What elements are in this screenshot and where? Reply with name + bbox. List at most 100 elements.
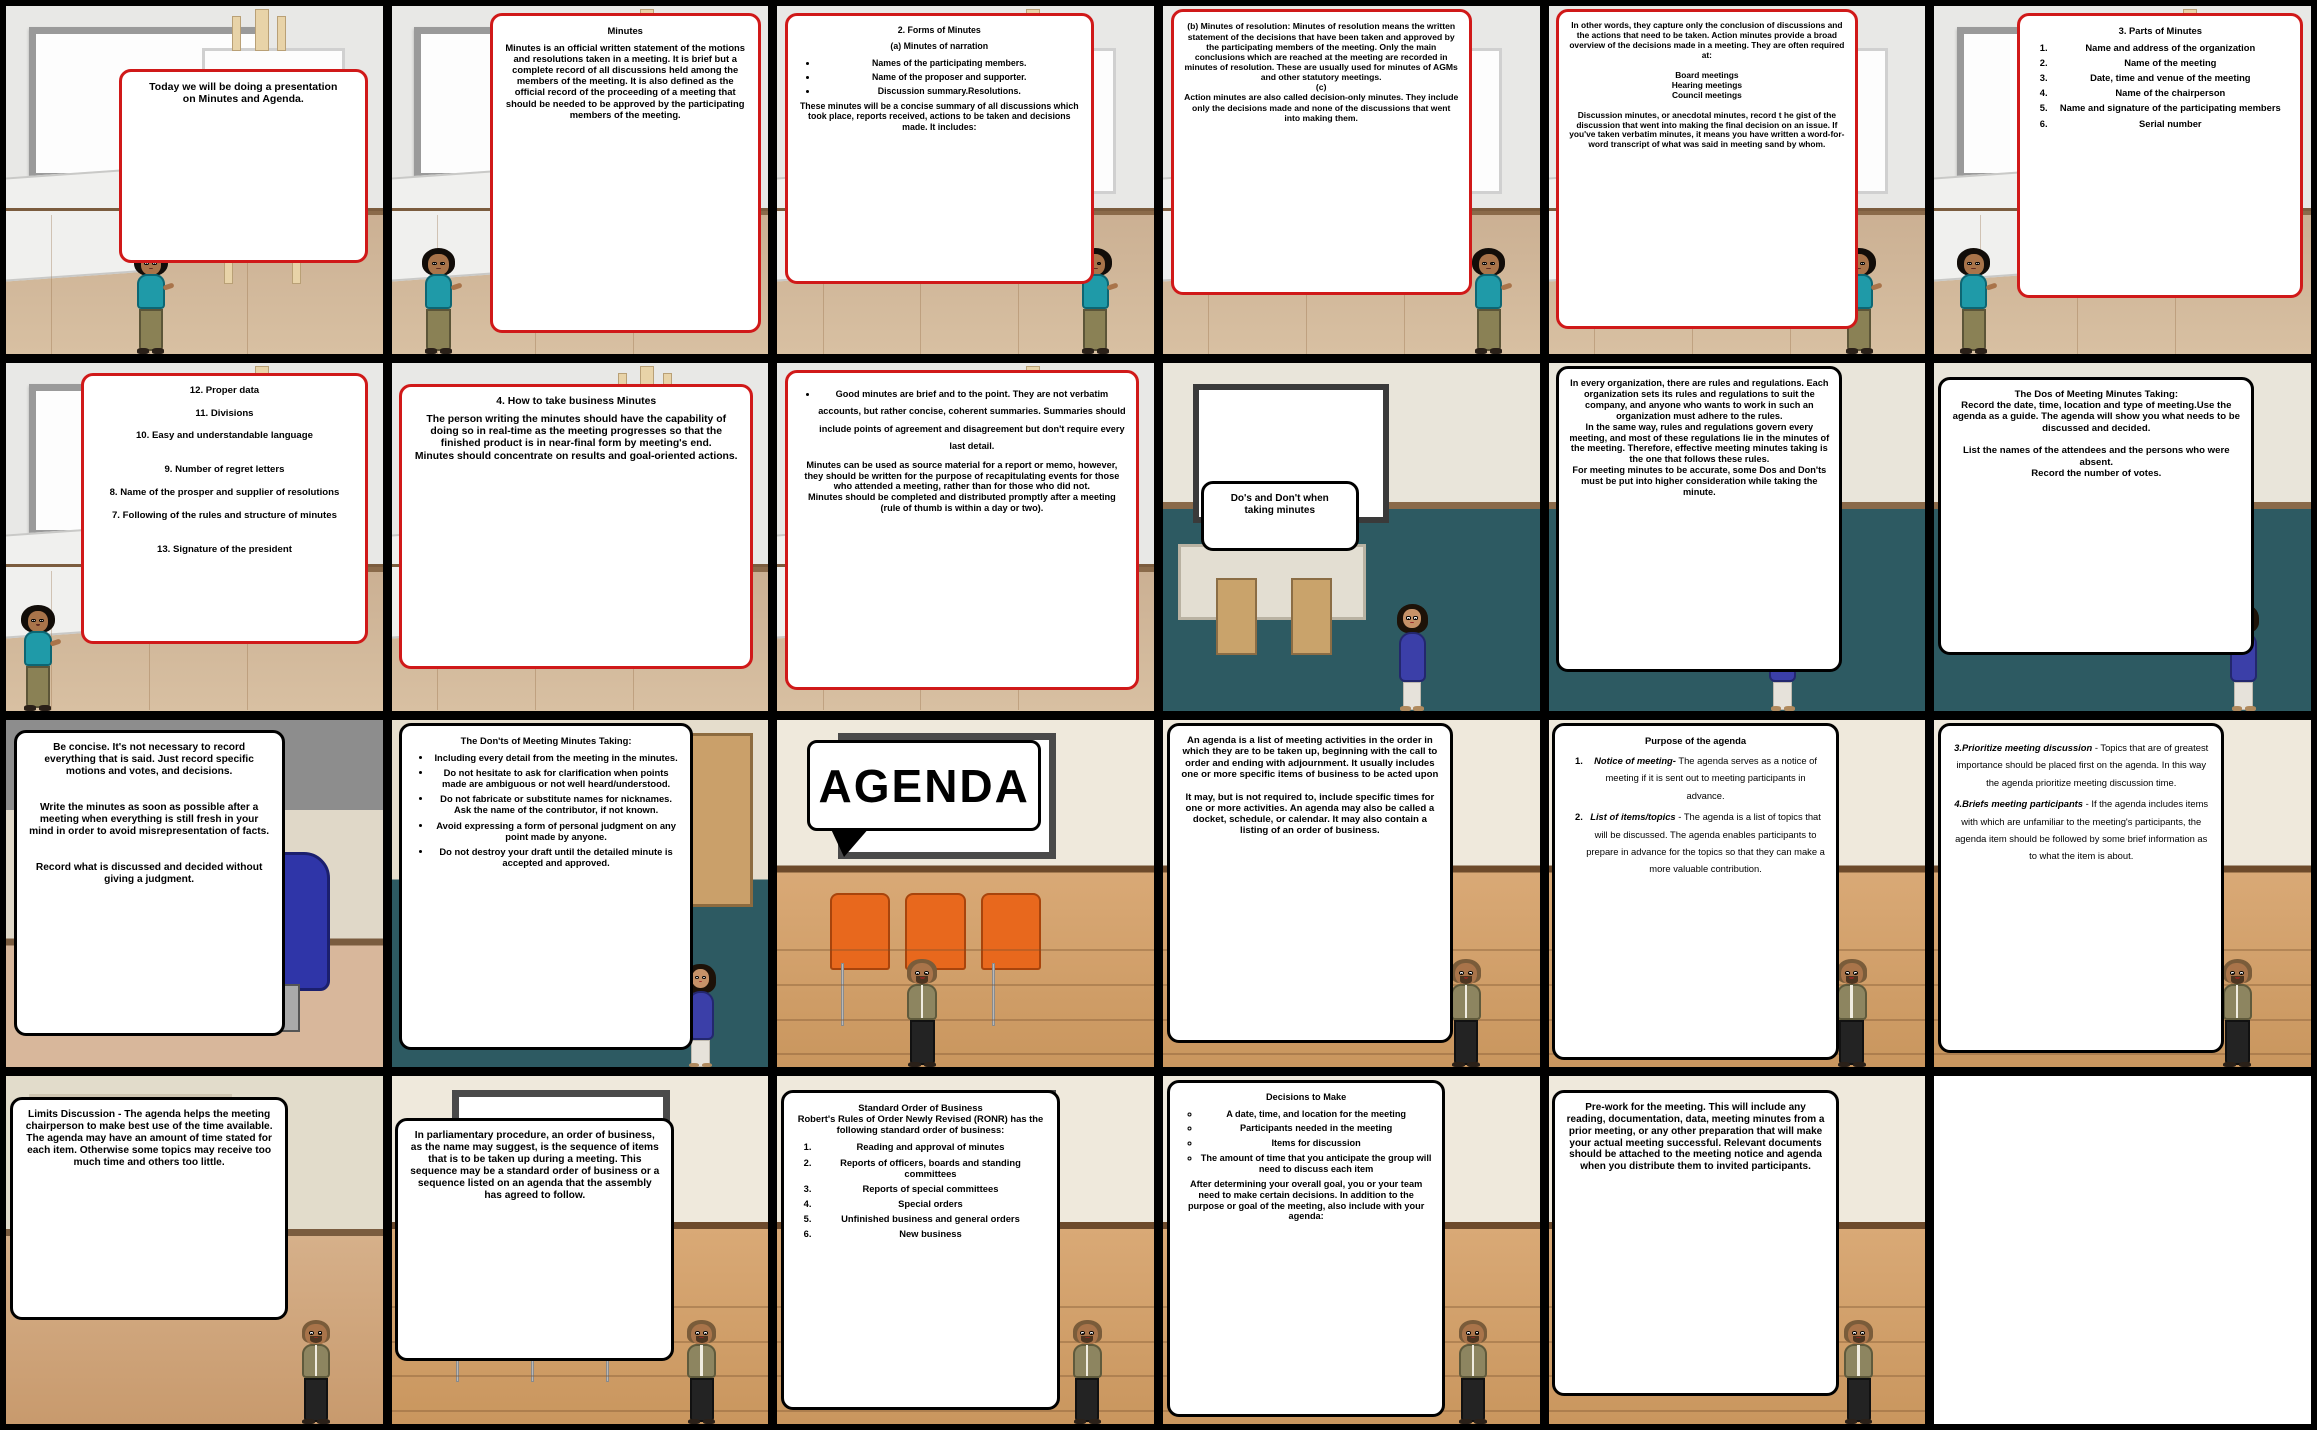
storyboard-panel-18[interactable]: 3.Prioritize meeting discussion - Topics…: [1933, 718, 2312, 1069]
storyboard-panel-22[interactable]: Decisions to Make A date, time, and locat…: [1161, 1075, 1541, 1425]
eye-right: [317, 1331, 323, 1335]
bubble-tail: [2043, 295, 2067, 298]
shoe-right: [1975, 348, 1988, 354]
bubble-tail: [34, 1316, 59, 1317]
shoe-left: [2223, 1061, 2237, 1068]
bubble-tail: [38, 1033, 62, 1036]
storyboard-panel-21[interactable]: Standard Order of Business Robert's Rule…: [776, 1075, 1155, 1425]
speech-bubble-16: An agenda is a list of meeting activitie…: [1166, 722, 1454, 1043]
eye-right: [701, 976, 706, 980]
list-item: Name of the proposer and supporter.: [818, 72, 1081, 82]
speech-bubble-22: Decisions to Make A date, time, and locat…: [1166, 1079, 1446, 1418]
storyboard-panel-12[interactable]: The Dos of Meeting Minutes Taking: Recor…: [1933, 361, 2312, 712]
storyboard-panel-11[interactable]: In every organization, there are rules a…: [1547, 361, 1927, 712]
storyboard-panel-2[interactable]: Minutes Minutes is an official written st…: [390, 5, 770, 355]
speech-bubble-8: 4. How to take business Minutes The perso…: [399, 383, 754, 669]
speech-bubble-19: Limits Discussion - The agenda helps the…: [9, 1097, 289, 1320]
storyboard-panel-13[interactable]: Be concise. It's not necessary to record…: [5, 718, 384, 1069]
easel-leg: [231, 16, 241, 52]
eye-left: [1851, 1331, 1857, 1335]
easel-leg: [277, 16, 287, 52]
bullet-list: Names of the participating members. Name …: [798, 58, 1081, 97]
storyboard-grid: Today we will be doing a presentation on…: [0, 0, 2317, 1430]
door: [685, 733, 754, 908]
shoe-left: [302, 1418, 315, 1424]
storyboard-panel-15[interactable]: AGENDA: [776, 718, 1155, 1069]
storyboard-panel-19[interactable]: Limits Discussion - The agenda helps the…: [5, 1075, 384, 1425]
mouth: [919, 977, 925, 979]
shirt-placket: [1850, 985, 1853, 1018]
bubble-title: Minutes: [607, 24, 643, 36]
character-man: [685, 1319, 717, 1424]
storyboard-panel-7[interactable]: 12. Proper data 11. Divisions 10. Easy a…: [5, 361, 384, 712]
mouth: [1410, 621, 1415, 623]
storyboard-panel-23[interactable]: Pre-work for the meeting. This will incl…: [1547, 1075, 1927, 1425]
bubble-body: In every organization, there are rules a…: [1569, 378, 1830, 497]
character-man: [1457, 1319, 1489, 1424]
bubble-tail: [1197, 292, 1221, 295]
bubble-tail: [1582, 326, 1607, 327]
mouth: [35, 624, 40, 626]
character-presenter: [21, 605, 62, 711]
mouth: [148, 267, 153, 269]
shoe-left: [1837, 1061, 1851, 1068]
floor-plank: [777, 983, 1154, 986]
list-item-lead: Notice of meeting-: [1594, 755, 1676, 767]
storyboard-panel-9[interactable]: Good minutes are brief and to the point.…: [776, 361, 1155, 712]
orange-chair: [830, 893, 891, 970]
character-man: [905, 959, 939, 1068]
trousers: [689, 1378, 714, 1422]
mouth: [698, 981, 703, 983]
bubble-body: These minutes will be a concise summary …: [799, 100, 1079, 132]
eye-right: [1860, 1331, 1866, 1335]
storyboard-panel-10[interactable]: Do's and Don't when taking minutes: [1161, 361, 1541, 712]
storyboard-panel-5[interactable]: In other words, they capture only the co…: [1547, 5, 1927, 355]
bubble-tail: [1578, 1393, 1602, 1396]
character-presenter: [134, 248, 175, 354]
shirt: [1474, 274, 1503, 310]
list-item: The amount of time that you anticipate t…: [1200, 1153, 1433, 1175]
bubble-tail: [1578, 1057, 1602, 1060]
shirt-placket: [314, 1344, 317, 1377]
storyboard-panel-4[interactable]: (b) Minutes of resolution: Minutes of re…: [1161, 5, 1541, 355]
eye-right: [923, 971, 929, 975]
shirt: [1959, 274, 1988, 310]
numbered-list: Reading and approval of minutes Reports o…: [794, 1141, 1047, 1239]
eye-left: [309, 1331, 315, 1335]
shoe-left: [2231, 705, 2243, 711]
chair-leg: [992, 962, 996, 1026]
eye-right: [1413, 616, 1418, 620]
character-man: [1449, 959, 1483, 1068]
shoe-right: [1096, 348, 1109, 354]
storyboard-panel-14[interactable]: The Don'ts of Meeting Minutes Taking: Inc…: [390, 718, 770, 1069]
eye-right: [439, 261, 445, 266]
numbered-list: Name and address of the organization Name…: [2030, 42, 2290, 129]
speech-bubble-21: Standard Order of Business Robert's Rule…: [781, 1090, 1060, 1411]
eye-left: [915, 971, 921, 975]
bubble-tail: [107, 641, 131, 644]
storyboard-panel-16[interactable]: An agenda is a list of meeting activitie…: [1161, 718, 1541, 1069]
face: [27, 610, 48, 632]
bubble-body: An agenda is a list of meeting activitie…: [1181, 734, 1439, 837]
storyboard-panel-24[interactable]: [1933, 1075, 2312, 1425]
character-man: [1842, 1319, 1874, 1424]
list-item: Avoid expressing a form of personal judg…: [432, 820, 680, 842]
character-presenter: [1956, 248, 1998, 354]
shoe-right: [1859, 1418, 1873, 1424]
shoe-left: [1475, 348, 1488, 354]
storyboard-panel-20[interactable]: In parliamentary procedure, an order of …: [390, 1075, 770, 1425]
storyboard-panel-17[interactable]: Purpose of the agenda Notice of meeting- …: [1547, 718, 1927, 1069]
storyboard-panel-8[interactable]: 4. How to take business Minutes The perso…: [390, 361, 770, 712]
storyboard-panel-6[interactable]: 3. Parts of Minutes Name and address of t…: [1933, 5, 2312, 355]
storyboard-panel-1[interactable]: Today we will be doing a presentation on…: [5, 5, 384, 355]
easel-leg: [254, 9, 269, 52]
mouth: [1856, 267, 1862, 269]
mouth: [2234, 977, 2240, 979]
storyboard-panel-3[interactable]: 2. Forms of Minutes (a) Minutes of narrat…: [776, 5, 1155, 355]
trousers: [1476, 309, 1501, 352]
shirt: [24, 631, 52, 666]
shoe-left: [1845, 1418, 1858, 1424]
shoe-left: [688, 1418, 701, 1424]
orange-chair: [980, 893, 1041, 970]
shirt-placket: [1464, 985, 1468, 1018]
